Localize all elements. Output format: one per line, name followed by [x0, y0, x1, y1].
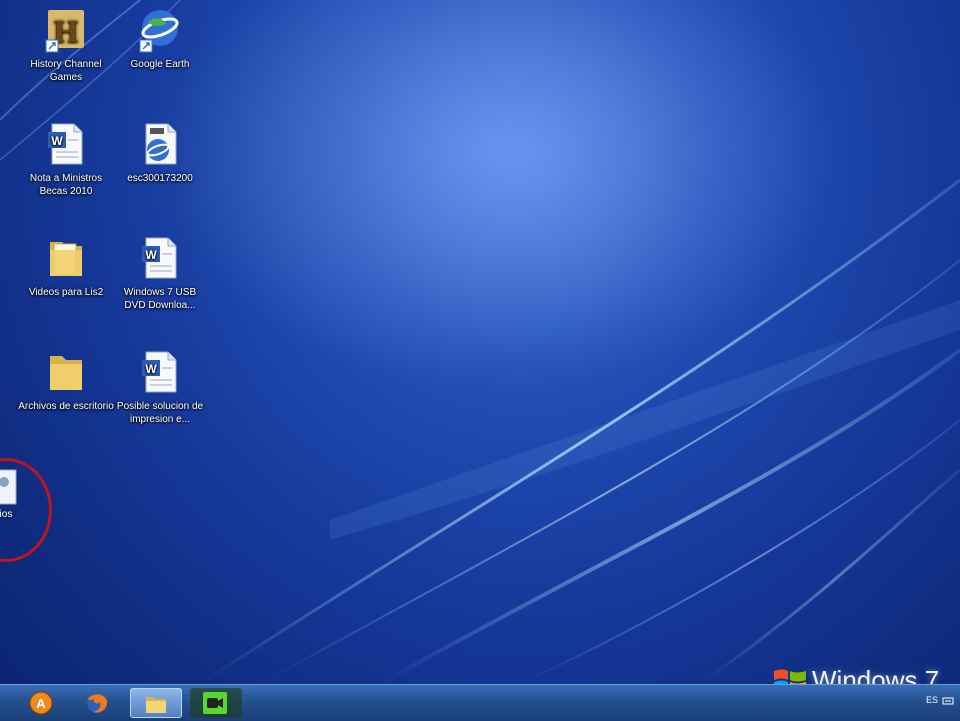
desktop-icon-esc300173200[interactable]: esc300173200	[112, 120, 208, 185]
desktop-icon-label: Google Earth	[130, 59, 190, 70]
desktop-icon-windows7-usb-dvd[interactable]: W Windows 7 USB DVD Downloa...	[112, 234, 208, 312]
word-document-icon: W	[48, 123, 83, 165]
desktop-icon-nota-a-ministros[interactable]: W Nota a Ministros Becas 2010	[18, 120, 114, 198]
taskbar: A ES	[0, 684, 960, 721]
firefox-icon	[87, 693, 108, 713]
video-camera-icon	[203, 692, 227, 714]
taskbar-button-explorer[interactable]	[130, 688, 182, 718]
google-earth-icon	[139, 10, 179, 53]
folder-icon	[50, 356, 82, 390]
desktop-icon-label: esc300173200	[127, 173, 193, 184]
desktop-icon-history-channel-games[interactable]: H History Channel Games	[18, 6, 114, 84]
word-document-icon: W	[142, 237, 177, 279]
taskbar-button-firefox[interactable]	[72, 688, 124, 718]
desktop-icon-label: Windows 7 USB DVD Downloa...	[123, 287, 197, 311]
svg-text:W: W	[145, 248, 157, 262]
keyboard-icon[interactable]	[942, 695, 954, 707]
desktop-icon-label: History Channel Games	[30, 59, 102, 83]
desktop-icon-posible-solucion[interactable]: W Posible solucion de impresion e...	[112, 348, 208, 426]
folder-icon	[50, 242, 82, 276]
desktop-icon-label: Posible solucion de impresion e...	[116, 401, 204, 425]
svg-text:W: W	[51, 134, 63, 148]
google-earth-file-icon	[145, 123, 177, 165]
desktop-icon-google-earth[interactable]: Google Earth	[112, 6, 208, 71]
desktop-icon-label: Videos para Lis2	[28, 287, 104, 298]
desktop-icon-label: Archivos de escritorio	[18, 401, 114, 412]
language-indicator[interactable]: ES	[926, 695, 938, 705]
folder-icon	[146, 697, 166, 713]
word-document-icon: W	[142, 351, 177, 393]
history-channel-icon: H	[45, 10, 84, 53]
avast-icon: A	[29, 691, 53, 715]
desktop-icon-videos-para-lis2[interactable]: Videos para Lis2	[18, 234, 114, 299]
taskbar-button-avast[interactable]: A	[16, 688, 68, 718]
desktop-icon-archivos-de-escritorio[interactable]: Archivos de escritorio	[18, 348, 114, 413]
desktop-icon-label: Nota a Ministros Becas 2010	[29, 173, 103, 197]
svg-text:A: A	[36, 696, 46, 711]
taskbar-button-video-camera[interactable]	[190, 688, 242, 718]
wallpaper	[0, 0, 960, 684]
svg-text:W: W	[145, 362, 157, 376]
